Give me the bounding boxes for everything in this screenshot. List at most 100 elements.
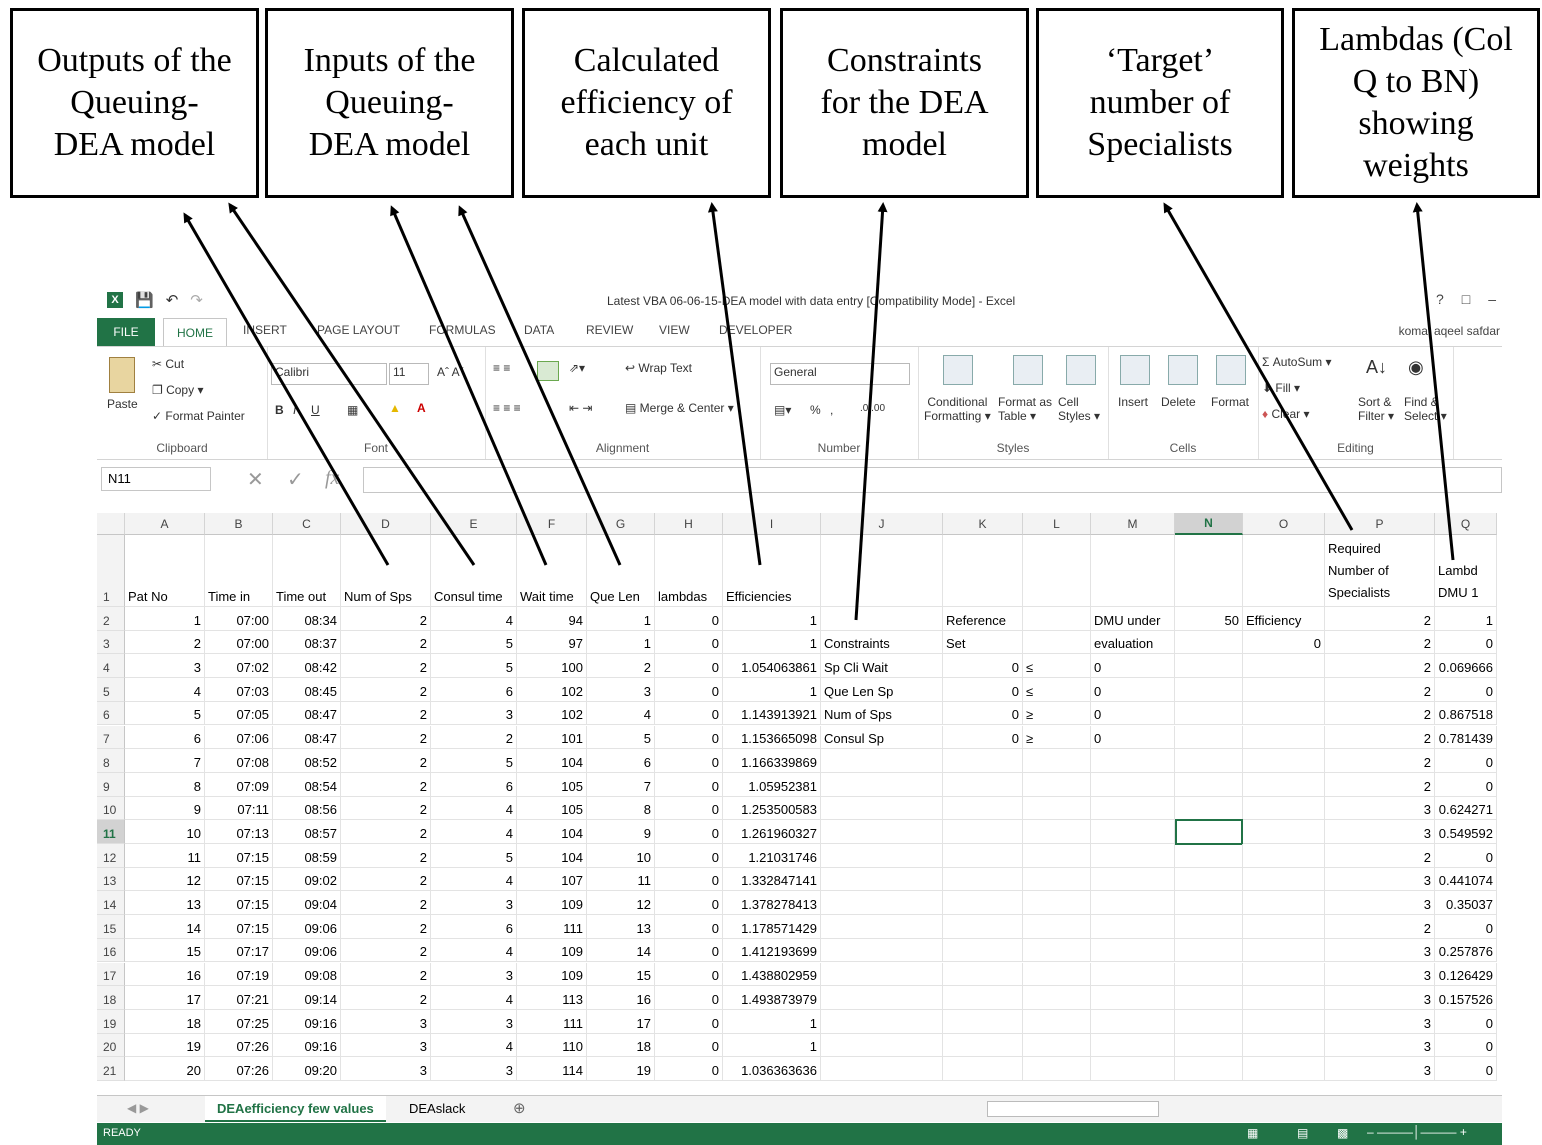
header-cell-k[interactable] xyxy=(943,535,1023,607)
cell-i8[interactable]: 1.166339869 xyxy=(723,749,821,773)
row-header-21[interactable]: 21 xyxy=(97,1057,125,1081)
cell-k20[interactable] xyxy=(943,1033,1023,1058)
cell-b21[interactable]: 07:26 xyxy=(205,1057,273,1081)
header-cell-p[interactable]: Required Number of Specialists xyxy=(1325,535,1435,607)
cell-a4[interactable]: 3 xyxy=(125,654,205,679)
align-left-icon[interactable]: ≡ ≡ ≡ xyxy=(493,401,521,415)
cell-p4[interactable]: 2 xyxy=(1325,654,1435,679)
percent-button[interactable]: % xyxy=(810,403,821,417)
ribbon-display-icon[interactable]: □ xyxy=(1462,291,1470,307)
cell-i4[interactable]: 1.054063861 xyxy=(723,654,821,679)
cell-k9[interactable] xyxy=(943,772,1023,797)
cell-e19[interactable]: 3 xyxy=(431,1009,517,1034)
zoom-slider[interactable]: – ———│——— + xyxy=(1367,1125,1467,1139)
cell-j6[interactable]: Num of Sps xyxy=(821,701,943,726)
header-cell-f[interactable]: Wait time xyxy=(517,535,587,607)
cell-o3[interactable]: 0 xyxy=(1243,630,1325,655)
cell-g3[interactable]: 1 xyxy=(587,630,655,655)
tab-insert[interactable]: INSERT xyxy=(243,323,287,337)
cell-j8[interactable] xyxy=(821,749,943,773)
cell-i10[interactable]: 1.253500583 xyxy=(723,796,821,821)
comma-icon[interactable]: , xyxy=(830,403,833,417)
cell-g15[interactable]: 13 xyxy=(587,915,655,939)
column-header-q[interactable]: Q xyxy=(1435,513,1497,535)
font-color-icon[interactable]: A xyxy=(417,401,426,415)
delete-cells-icon[interactable] xyxy=(1168,355,1198,385)
minimize-icon[interactable]: – xyxy=(1488,291,1496,307)
sheet-tab-deaefficiency[interactable]: DEAefficiency few values xyxy=(205,1096,386,1122)
cell-q10[interactable]: 0.624271 xyxy=(1435,796,1497,821)
cell-d8[interactable]: 2 xyxy=(341,749,431,773)
cell-m19[interactable] xyxy=(1091,1009,1175,1034)
cell-i14[interactable]: 1.378278413 xyxy=(723,891,821,916)
cell-m21[interactable] xyxy=(1091,1057,1175,1081)
cell-e7[interactable]: 2 xyxy=(431,725,517,750)
column-header-p[interactable]: P xyxy=(1325,513,1435,535)
cell-j2[interactable] xyxy=(821,607,943,631)
column-header-l[interactable]: L xyxy=(1023,513,1091,535)
cell-j19[interactable] xyxy=(821,1009,943,1034)
sheet-tab-deaslack[interactable]: DEAslack xyxy=(397,1096,477,1120)
cell-f16[interactable]: 109 xyxy=(517,938,587,963)
cell-h10[interactable]: 0 xyxy=(655,796,723,821)
cell-n15[interactable] xyxy=(1175,915,1243,939)
cell-l14[interactable] xyxy=(1023,891,1091,916)
cell-o4[interactable] xyxy=(1243,654,1325,679)
cell-h9[interactable]: 0 xyxy=(655,772,723,797)
cell-f8[interactable]: 104 xyxy=(517,749,587,773)
cell-o6[interactable] xyxy=(1243,701,1325,726)
cell-n10[interactable] xyxy=(1175,796,1243,821)
function-icon[interactable]: fx xyxy=(325,467,339,490)
active-cell-border[interactable] xyxy=(1175,819,1243,845)
tab-data[interactable]: DATA xyxy=(524,323,554,337)
cell-b8[interactable]: 07:08 xyxy=(205,749,273,773)
cell-o20[interactable] xyxy=(1243,1033,1325,1058)
cell-c3[interactable]: 08:37 xyxy=(273,630,341,655)
italic-button[interactable]: I xyxy=(293,403,296,417)
insert-cells-icon[interactable] xyxy=(1120,355,1150,385)
cell-j18[interactable] xyxy=(821,986,943,1010)
cell-c19[interactable]: 09:16 xyxy=(273,1009,341,1034)
cell-c14[interactable]: 09:04 xyxy=(273,891,341,916)
formula-input[interactable] xyxy=(363,467,1502,493)
cell-h19[interactable]: 0 xyxy=(655,1009,723,1034)
cell-n21[interactable] xyxy=(1175,1057,1243,1081)
cell-l7[interactable]: ≥ xyxy=(1023,725,1091,750)
cell-i7[interactable]: 1.153665098 xyxy=(723,725,821,750)
cell-q20[interactable]: 0 xyxy=(1435,1033,1497,1058)
cell-c11[interactable]: 08:57 xyxy=(273,820,341,844)
cell-g18[interactable]: 16 xyxy=(587,986,655,1010)
cell-b7[interactable]: 07:06 xyxy=(205,725,273,750)
cell-j20[interactable] xyxy=(821,1033,943,1058)
cell-n13[interactable] xyxy=(1175,867,1243,892)
cell-o17[interactable] xyxy=(1243,962,1325,987)
indent-icon[interactable]: ⇤ ⇥ xyxy=(569,401,592,415)
cell-f9[interactable]: 105 xyxy=(517,772,587,797)
cell-b9[interactable]: 07:09 xyxy=(205,772,273,797)
cell-k3[interactable]: Set xyxy=(943,630,1023,655)
cell-m9[interactable] xyxy=(1091,772,1175,797)
cell-e10[interactable]: 4 xyxy=(431,796,517,821)
header-cell-d[interactable]: Num of Sps xyxy=(341,535,431,607)
cell-a20[interactable]: 19 xyxy=(125,1033,205,1058)
clear-button[interactable]: ♦ Clear ▾ xyxy=(1262,407,1310,421)
cell-styles-button[interactable]: Cell Styles ▾ xyxy=(1058,395,1100,423)
cell-e5[interactable]: 6 xyxy=(431,678,517,702)
cell-l8[interactable] xyxy=(1023,749,1091,773)
cell-c9[interactable]: 08:54 xyxy=(273,772,341,797)
cell-d18[interactable]: 2 xyxy=(341,986,431,1010)
cell-h14[interactable]: 0 xyxy=(655,891,723,916)
fill-button[interactable]: ⬇ Fill ▾ xyxy=(1262,381,1300,395)
column-header-n[interactable]: N xyxy=(1175,513,1243,535)
cell-m2[interactable]: DMU under xyxy=(1091,607,1175,631)
column-header-i[interactable]: I xyxy=(723,513,821,535)
cell-q18[interactable]: 0.157526 xyxy=(1435,986,1497,1010)
row-header-18[interactable]: 18 xyxy=(97,986,125,1010)
paste-button[interactable]: Paste xyxy=(107,397,138,411)
format-table-icon[interactable] xyxy=(1013,355,1043,385)
cell-k10[interactable] xyxy=(943,796,1023,821)
cell-d11[interactable]: 2 xyxy=(341,820,431,844)
cell-q6[interactable]: 0.867518 xyxy=(1435,701,1497,726)
cell-q15[interactable]: 0 xyxy=(1435,915,1497,939)
cell-q21[interactable]: 0 xyxy=(1435,1057,1497,1081)
